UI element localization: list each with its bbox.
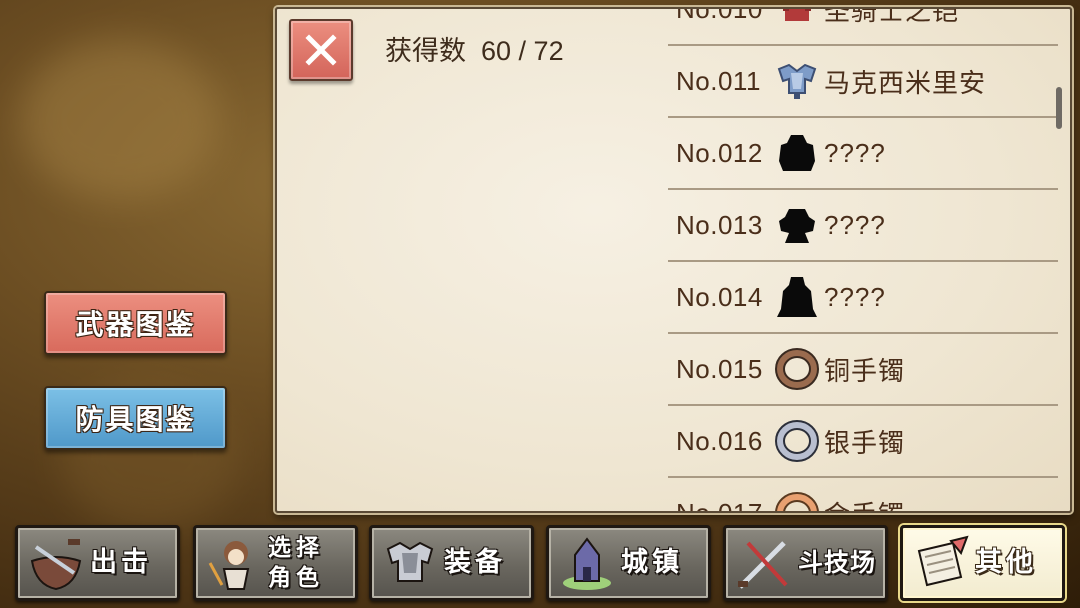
unknown-silhouette-icon — [774, 130, 820, 176]
nav-label: 城镇 — [621, 547, 683, 578]
item-number: No.013 — [676, 209, 763, 240]
item-name: 铜手镯 — [824, 355, 906, 386]
game-screen: { "categories": { "weapon_label": "武器图鉴"… — [0, 0, 1080, 608]
other-scroll-icon — [917, 535, 969, 587]
item-name: ???? — [824, 281, 886, 312]
nav-label: 出击 — [90, 547, 152, 578]
item-name: 银手镯 — [824, 427, 906, 458]
nav-sortie-button[interactable]: 出击 — [15, 525, 180, 601]
close-button[interactable] — [289, 19, 353, 81]
nav-arena-button[interactable]: 斗技场 — [723, 525, 888, 601]
obtained-count: 获得数 60 / 72 — [385, 29, 564, 68]
arena-swords-icon — [738, 541, 788, 589]
nav-label: 选择 角色 — [268, 535, 324, 591]
item-number: No.015 — [676, 353, 763, 384]
list-scrollbar[interactable] — [1056, 87, 1062, 129]
armor-catalog-button[interactable]: 防具图鉴 — [44, 386, 227, 450]
nav-label: 其他 — [975, 547, 1037, 578]
obtained-count-label: 获得数 — [385, 36, 466, 66]
item-name: 马克西米里安 — [824, 67, 987, 98]
copper-bracelet-icon — [774, 346, 820, 392]
close-x-icon — [305, 34, 337, 66]
nav-town-button[interactable]: 城镇 — [546, 525, 711, 601]
obtained-count-value: 60 / 72 — [481, 36, 564, 66]
item-number: No.014 — [676, 281, 763, 312]
list-item[interactable]: No.013 ???? — [668, 190, 1058, 262]
bottom-nav: 出击 选择 角色 装备 城镇 斗技场 其他 — [0, 520, 1080, 608]
list-item[interactable]: No.010 圣骑士之铠 — [668, 7, 1058, 46]
item-name: ???? — [824, 209, 886, 240]
item-name: 金手镯 — [824, 495, 905, 512]
unknown-silhouette-icon — [774, 202, 820, 248]
list-item[interactable]: No.017 金手镯 — [668, 478, 1058, 513]
armor-list[interactable]: No.010 圣骑士之铠 No.011 马克西米里安 No.012 ???? N… — [668, 7, 1058, 513]
silver-bracelet-icon — [774, 418, 820, 464]
nav-other-button[interactable]: 其他 — [900, 525, 1065, 601]
gold-bracelet-icon — [774, 490, 820, 511]
background-texture — [20, 40, 220, 200]
list-item[interactable]: No.015 铜手镯 — [668, 334, 1058, 406]
list-item[interactable]: No.012 ???? — [668, 118, 1058, 190]
item-number: No.017 — [676, 497, 763, 513]
list-item[interactable]: No.014 ???? — [668, 262, 1058, 334]
item-name: ???? — [824, 137, 886, 168]
item-number: No.011 — [676, 65, 761, 96]
sortie-shield-icon — [30, 539, 82, 591]
item-number: No.012 — [676, 137, 763, 168]
catalog-panel: 获得数 60 / 72 No.010 圣骑士之铠 No.011 马克西米里安 N… — [275, 7, 1072, 513]
blue-armor-icon — [774, 58, 820, 104]
nav-equipment-button[interactable]: 装备 — [369, 525, 534, 601]
item-name: 圣骑士之铠 — [824, 7, 960, 26]
town-tower-icon — [563, 537, 611, 590]
unknown-silhouette-icon — [774, 274, 820, 320]
nav-character-select-button[interactable]: 选择 角色 — [193, 525, 358, 601]
equipment-armor-icon — [386, 541, 434, 582]
nav-label: 装备 — [444, 547, 506, 578]
list-item[interactable]: No.011 马克西米里安 — [668, 46, 1058, 118]
list-item[interactable]: No.016 银手镯 — [668, 406, 1058, 478]
character-select-icon — [208, 541, 250, 590]
weapon-catalog-button[interactable]: 武器图鉴 — [44, 291, 227, 355]
nav-label: 斗技场 — [798, 548, 877, 577]
red-armor-icon — [774, 9, 820, 32]
item-number: No.010 — [676, 7, 763, 24]
item-number: No.016 — [676, 425, 763, 456]
